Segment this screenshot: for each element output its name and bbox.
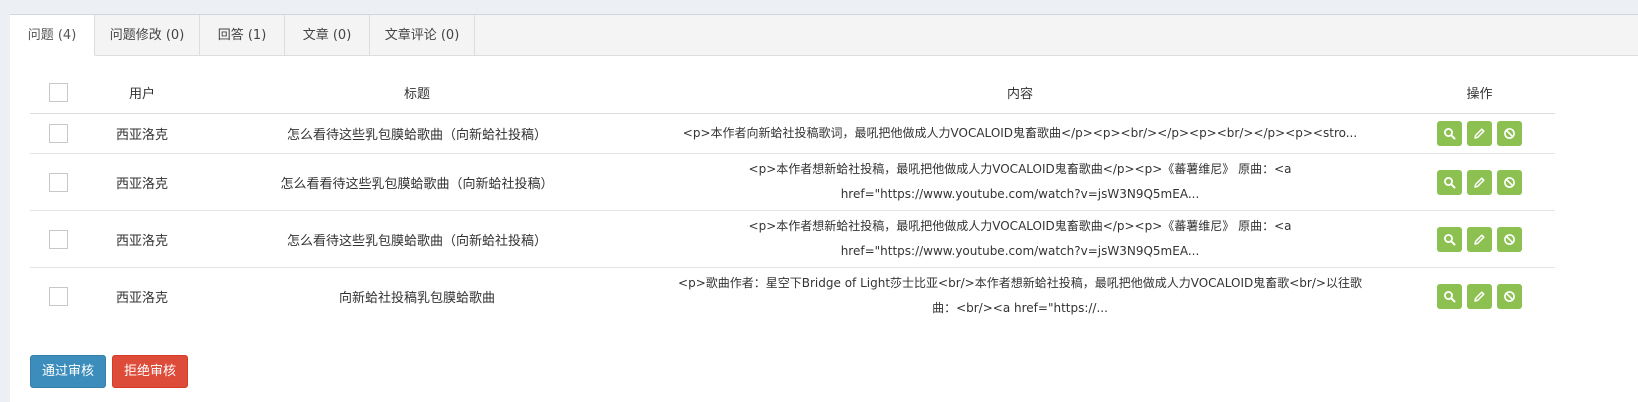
row-content-line: <p>本作者想新蛤社投稿，最吼把他做成人力VOCALOID鬼畜歌曲</p><p>… xyxy=(748,162,1292,176)
ban-icon xyxy=(1504,290,1515,302)
tab-article-comments[interactable]: 文章评论 (0) xyxy=(370,15,475,56)
column-header-user: 用户 xyxy=(86,72,198,114)
tab-question-edits[interactable]: 问题修改 (0) xyxy=(95,15,200,56)
pencil-icon xyxy=(1474,176,1485,188)
ban-icon xyxy=(1504,233,1515,245)
ban-icon xyxy=(1504,128,1515,139)
tab-questions[interactable]: 问题 (4) xyxy=(10,15,95,56)
row-content-line: href="https://www.youtube.com/watch?v=js… xyxy=(840,187,1200,201)
search-icon xyxy=(1444,176,1456,188)
row-checkbox[interactable] xyxy=(48,229,68,249)
row-title: 向新蛤社投稿乳包膜蛤歌曲 xyxy=(338,290,495,306)
row-user: 西亚洛克 xyxy=(86,210,198,268)
reject-row-button[interactable] xyxy=(1497,226,1522,252)
reject-row-button[interactable] xyxy=(1497,169,1522,195)
pencil-icon xyxy=(1474,233,1485,245)
edit-button[interactable] xyxy=(1467,169,1492,195)
table-row: 西亚洛克 向新蛤社投稿乳包膜蛤歌曲 <p>歌曲作者：星空下Bridge of L… xyxy=(30,268,1555,325)
table-row: 西亚洛克 怎么看待这些乳包膜蛤歌曲（向新蛤社投稿） <p>本作者想新蛤社投稿，最… xyxy=(30,210,1555,268)
reject-row-button[interactable] xyxy=(1497,283,1522,309)
row-content-line: <p>歌曲作者：星空下Bridge of Light莎士比亚<br/>本作者想新… xyxy=(678,276,1362,290)
row-checkbox[interactable] xyxy=(48,286,68,306)
edit-button[interactable] xyxy=(1467,121,1492,146)
column-header-content: 内容 xyxy=(636,72,1404,114)
row-content: <p>歌曲作者：星空下Bridge of Light莎士比亚<br/>本作者想新… xyxy=(636,268,1404,325)
column-header-title: 标题 xyxy=(198,72,636,114)
row-content-line: href="https://www.youtube.com/watch?v=js… xyxy=(840,244,1200,258)
row-checkbox[interactable] xyxy=(48,124,68,143)
row-user: 西亚洛克 xyxy=(115,290,168,306)
pencil-icon xyxy=(1474,290,1485,302)
row-content: <p>本作者想新蛤社投稿，最吼把他做成人力VOCALOID鬼畜歌曲</p><p>… xyxy=(636,210,1404,268)
search-icon xyxy=(1444,290,1456,302)
row-content-line: 曲：<br/><a href="https://... xyxy=(932,301,1108,315)
view-button[interactable] xyxy=(1437,169,1462,195)
search-icon xyxy=(1444,233,1456,245)
row-title: 怎么看待这些乳包膜蛤歌曲（向新蛤社投稿） xyxy=(198,113,636,154)
row-content: <p>本作者想新蛤社投稿，最吼把他做成人力VOCALOID鬼畜歌曲</p><p>… xyxy=(636,153,1404,211)
row-user: 西亚洛克 xyxy=(86,113,198,154)
row-content-line: <p>本作者想新蛤社投稿，最吼把他做成人力VOCALOID鬼畜歌曲</p><p>… xyxy=(748,219,1292,233)
reject-button[interactable]: 拒绝审核 xyxy=(112,355,189,388)
table-row: 西亚洛克 怎么看待这些乳包膜蛤歌曲（向新蛤社投稿） <p>本作者向新蛤社投稿歌词… xyxy=(30,113,1555,154)
tab-articles[interactable]: 文章 (0) xyxy=(285,15,370,56)
row-title: 怎么看待这些乳包膜蛤歌曲（向新蛤社投稿） xyxy=(198,210,636,268)
search-icon xyxy=(1444,128,1456,140)
ban-icon xyxy=(1504,176,1515,188)
edit-button[interactable] xyxy=(1467,283,1492,309)
row-title: 怎么看看待这些乳包膜蛤歌曲（向新蛤社投稿） xyxy=(198,153,636,211)
approve-button[interactable]: 通过审核 xyxy=(30,355,107,388)
review-panel: 问题 (4) 问题修改 (0) 回答 (1) 文章 (0) 文章评论 (0) 用… xyxy=(10,14,1638,402)
table-header-row: 用户 标题 内容 操作 xyxy=(30,72,1555,114)
row-user: 西亚洛克 xyxy=(86,153,198,211)
view-button[interactable] xyxy=(1437,226,1462,252)
view-button[interactable] xyxy=(1437,283,1462,309)
table-row: 西亚洛克 怎么看看待这些乳包膜蛤歌曲（向新蛤社投稿） <p>本作者想新蛤社投稿，… xyxy=(30,153,1555,211)
tab-answers[interactable]: 回答 (1) xyxy=(200,15,285,56)
row-content: <p>本作者向新蛤社投稿歌词，最吼把他做成人力VOCALOID鬼畜歌曲</p><… xyxy=(636,113,1404,154)
review-table: 用户 标题 内容 操作 西亚洛克 怎么看待这些乳包膜蛤歌曲（向新蛤社投稿） <p… xyxy=(30,72,1555,324)
row-checkbox[interactable] xyxy=(48,172,68,192)
reject-row-button[interactable] xyxy=(1497,121,1522,146)
select-all-checkbox[interactable] xyxy=(48,83,68,102)
tab-bar: 问题 (4) 问题修改 (0) 回答 (1) 文章 (0) 文章评论 (0) xyxy=(10,15,1638,56)
row-content-line: <p>本作者向新蛤社投稿歌词，最吼把他做成人力VOCALOID鬼畜歌曲</p><… xyxy=(682,126,1358,140)
column-header-actions: 操作 xyxy=(1404,72,1555,114)
edit-button[interactable] xyxy=(1467,226,1492,252)
select-all-cell xyxy=(30,72,86,114)
pencil-icon xyxy=(1474,128,1485,139)
view-button[interactable] xyxy=(1437,121,1462,146)
